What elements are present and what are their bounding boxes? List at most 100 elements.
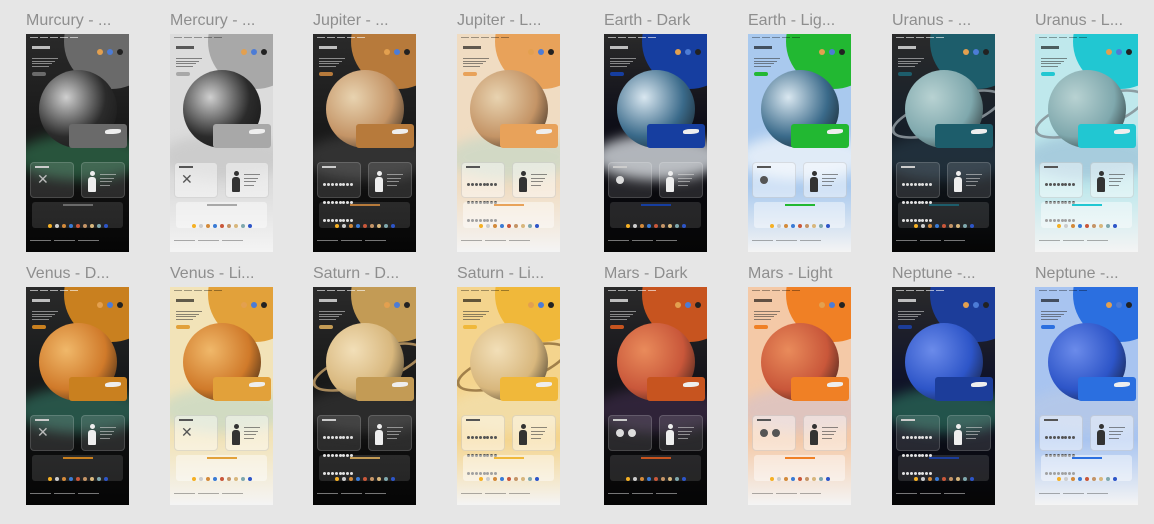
artboard-thumbnail[interactable]: [1035, 287, 1138, 505]
text-line: [610, 58, 636, 59]
text-line: [176, 311, 202, 312]
orbit-planet-dot: [478, 224, 483, 228]
artboard-title[interactable]: Saturn - Li...: [457, 265, 597, 283]
learn-more-button[interactable]: [610, 325, 624, 329]
learn-more-button[interactable]: [463, 72, 477, 76]
learn-more-button[interactable]: [898, 325, 912, 329]
moons-card: [461, 162, 505, 222]
moon-dot: [471, 435, 475, 439]
artboard-title[interactable]: Murcury - ...: [26, 12, 166, 30]
moons-card: ✕: [174, 162, 218, 198]
artboard-thumbnail[interactable]: [457, 34, 560, 252]
learn-more-button[interactable]: [176, 325, 190, 329]
footer-link: [341, 493, 362, 494]
artboard-thumbnail[interactable]: [313, 287, 416, 505]
artboard-title[interactable]: Mars - Light: [748, 265, 888, 283]
artboard-thumbnail[interactable]: ✕: [26, 287, 129, 505]
orbit-planet-dot: [82, 224, 87, 228]
artboard-title[interactable]: Jupiter - ...: [313, 12, 453, 30]
learn-more-button[interactable]: [1041, 325, 1055, 329]
orbit-planet-dot: [527, 477, 532, 481]
artboard-thumbnail[interactable]: [1035, 34, 1138, 252]
page-footer: [608, 240, 703, 250]
artboard-thumbnail[interactable]: ✕: [26, 34, 129, 252]
orbit-planet-dot: [89, 477, 94, 481]
learn-more-button[interactable]: [754, 325, 768, 329]
artboard-thumbnail[interactable]: [748, 287, 851, 505]
text-line: [754, 63, 774, 65]
learn-more-button[interactable]: [319, 72, 333, 76]
planet-type-banner: [1078, 124, 1136, 148]
artboard-thumbnail[interactable]: [892, 34, 995, 252]
learn-more-button[interactable]: [610, 72, 624, 76]
moon-dot: [323, 182, 327, 186]
text-line: [319, 63, 339, 65]
page-footer: [30, 493, 125, 503]
learn-more-button[interactable]: [463, 325, 477, 329]
artboard-thumbnail[interactable]: [604, 287, 707, 505]
artboard-thumbnail[interactable]: [604, 34, 707, 252]
top-nav: [896, 37, 991, 41]
moon-dot: [760, 176, 768, 184]
text-line: [387, 177, 401, 179]
learn-more-button[interactable]: [898, 72, 912, 76]
text-line: [822, 177, 836, 179]
artboard-title[interactable]: Uranus - L...: [1035, 12, 1154, 30]
distance-panel: [32, 202, 123, 228]
moon-dot: [1045, 435, 1049, 439]
artboard-thumbnail[interactable]: [457, 287, 560, 505]
artboard-title[interactable]: Venus - D...: [26, 265, 166, 283]
planet-name-block: [754, 299, 772, 302]
artboard-title[interactable]: Venus - Li...: [170, 265, 310, 283]
artboard-thumbnail[interactable]: [748, 34, 851, 252]
artboard-title[interactable]: Neptune -...: [1035, 265, 1154, 283]
moon-dot: [323, 435, 327, 439]
artboard-title[interactable]: Mercury - ...: [170, 12, 310, 30]
text-line: [1041, 318, 1058, 320]
learn-more-button[interactable]: [32, 72, 46, 76]
text-line: [319, 58, 345, 59]
nav-item: [60, 37, 68, 39]
learn-more-button[interactable]: [1041, 72, 1055, 76]
gravity-text: [966, 174, 984, 188]
artboard-title[interactable]: Mars - Dark: [604, 265, 744, 283]
orbit-planet-dot: [478, 477, 483, 481]
artboard-thumbnail[interactable]: [313, 34, 416, 252]
moon-dot: [482, 435, 486, 439]
artboard-title[interactable]: Saturn - D...: [313, 265, 453, 283]
text-line: [822, 181, 834, 182]
learn-more-button[interactable]: [176, 72, 190, 76]
learn-more-button[interactable]: [319, 325, 333, 329]
artboard-title[interactable]: Jupiter - L...: [457, 12, 597, 30]
orbit-planet-dot: [212, 477, 217, 481]
artboard-title[interactable]: Earth - Dark: [604, 12, 744, 30]
text-line: [32, 63, 52, 65]
orbit-planet-dot: [955, 477, 960, 481]
orbit-planet-dot: [804, 477, 809, 481]
gravity-text: [531, 427, 549, 441]
text-line: [966, 437, 976, 439]
artboard-thumbnail[interactable]: ✕: [170, 287, 273, 505]
planet-thumb-icon: [107, 302, 113, 308]
planet-thumb-icon: [839, 302, 845, 308]
artboard-thumbnail[interactable]: [892, 287, 995, 505]
text-line: [176, 60, 199, 62]
orbit-planet-dot: [191, 477, 196, 481]
distance-title-line: [640, 204, 671, 206]
artboard-title[interactable]: Uranus - ...: [892, 12, 1032, 30]
spaceship-icon: [392, 129, 408, 134]
gravity-text: [966, 427, 984, 441]
moons-label-line: [179, 419, 193, 421]
planet-description: [754, 311, 784, 321]
artboard-title[interactable]: Neptune -...: [892, 265, 1032, 283]
text-line: [319, 65, 336, 67]
artboard-title[interactable]: Earth - Lig...: [748, 12, 888, 30]
artboard-thumbnail[interactable]: ✕: [170, 34, 273, 252]
text-line: [822, 174, 838, 175]
planet-type-banner: [500, 124, 558, 148]
learn-more-button[interactable]: [754, 72, 768, 76]
learn-more-button[interactable]: [32, 325, 46, 329]
orbit-planet-dot: [492, 477, 497, 481]
nav-item: [70, 290, 78, 292]
solar-system-dots: [758, 215, 841, 228]
